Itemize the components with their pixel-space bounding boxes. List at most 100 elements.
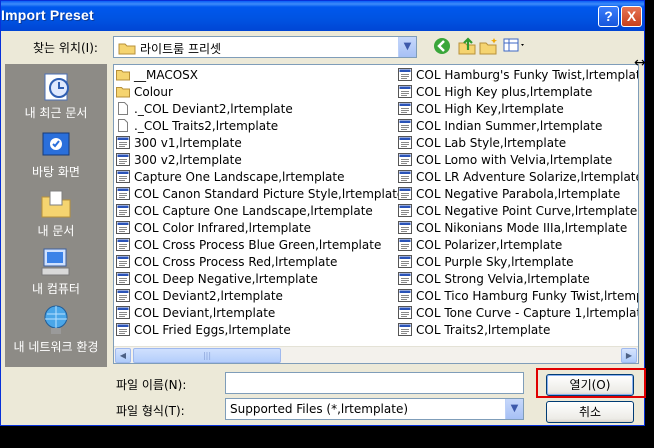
title-bar[interactable]: Import Preset ? X (1, 1, 644, 31)
file-item-name: COL Traits2,lrtemplate (416, 323, 551, 337)
file-icon (118, 102, 128, 115)
preset-file-icon (398, 221, 412, 234)
place-my-documents[interactable]: 내 문서 (5, 186, 107, 242)
views-menu-button[interactable] (502, 37, 528, 57)
file-item[interactable]: COL Deep Negative,lrtemplate (116, 271, 396, 288)
file-name-input[interactable] (225, 372, 524, 394)
file-type-label: 파일 형식(T): (116, 404, 185, 418)
preset-file-icon (398, 102, 412, 115)
open-button[interactable]: 열기(O) (546, 374, 634, 396)
new-folder-button[interactable] (478, 37, 500, 57)
place-network[interactable]: 내 네트워크 환경 (5, 302, 107, 358)
preset-file-icon (116, 153, 130, 166)
window-title: Import Preset (1, 7, 94, 23)
cancel-button[interactable]: 취소 (546, 401, 634, 423)
file-item[interactable]: COL Nikonians Mode IIIa,lrtemplate (398, 220, 638, 237)
place-label: 내 네트워크 환경 (13, 340, 99, 354)
place-label: 내 컴퓨터 (32, 282, 80, 296)
file-item[interactable]: ._COL Traits2,lrtemplate (116, 118, 396, 135)
file-item-name: COL Lomo with Velvia,lrtemplate (416, 153, 613, 167)
place-desktop[interactable]: 바탕 화면 (5, 127, 107, 183)
horizontal-scrollbar[interactable]: ◀ ||| ▶ (114, 346, 638, 363)
file-item[interactable]: Capture One Landscape,lrtemplate (116, 169, 396, 186)
file-item[interactable]: COL High Key,lrtemplate (398, 101, 638, 118)
file-item-name: COL Indian Summer,lrtemplate (416, 119, 603, 133)
chevron-down-icon[interactable]: ▼ (505, 399, 523, 419)
file-column-2: COL Hamburg's Funky Twist,lrtemplate COL … (398, 67, 638, 339)
look-in-dropdown[interactable]: 라이트룸 프리셋 ▼ (113, 36, 417, 58)
scroll-left-button[interactable]: ◀ (115, 348, 131, 363)
file-item[interactable]: COL High Key plus,lrtemplate (398, 84, 638, 101)
file-item[interactable]: COL Deviant2,lrtemplate (116, 288, 396, 305)
file-item-name: COL Deviant2,lrtemplate (134, 289, 283, 303)
file-item[interactable]: COL Tone Curve - Capture 1,lrtemplate (398, 305, 638, 322)
look-in-value: 라이트룸 프리셋 (140, 42, 222, 56)
close-button[interactable]: X (621, 6, 642, 27)
file-item-name: COL Polarizer,lrtemplate (416, 238, 563, 252)
import-preset-dialog: Import Preset ? X 찾는 위치(I): 라이트룸 프리셋 ▼ 내… (0, 0, 646, 426)
file-item[interactable]: COL Canon Standard Picture Style,lrtempl… (116, 186, 404, 203)
back-arrow-icon (434, 38, 450, 54)
preset-file-icon (398, 289, 412, 302)
place-recent-documents[interactable]: 내 최근 문서 (5, 68, 107, 124)
file-type-value: Supported Files (*,lrtemplate) (230, 402, 409, 416)
place-my-computer[interactable]: 내 컴퓨터 (5, 244, 107, 300)
preset-file-icon (116, 272, 130, 285)
file-type-dropdown[interactable]: Supported Files (*,lrtemplate) ▼ (225, 398, 524, 420)
file-item[interactable]: COL Fried Eggs,lrtemplate (116, 322, 396, 339)
file-item[interactable]: COL Cross Process Red,lrtemplate (116, 254, 396, 271)
file-item[interactable]: COL Strong Velvia,lrtemplate (398, 271, 638, 288)
preset-file-icon (398, 306, 412, 319)
scroll-thumb[interactable]: ||| (133, 348, 281, 363)
file-item-name: COL LR Adventure Solarize,lrtemplate (416, 170, 639, 184)
file-item[interactable]: COL Indian Summer,lrtemplate (398, 118, 638, 135)
up-folder-button[interactable] (456, 37, 478, 57)
file-list[interactable]: __MACOSX Colour ._COL Deviant2,lrtemplate.… (113, 64, 639, 364)
help-button[interactable]: ? (598, 6, 619, 27)
file-item[interactable]: Colour (116, 84, 396, 101)
file-item-name: COL High Key,lrtemplate (416, 102, 564, 116)
preset-file-icon (398, 323, 412, 336)
file-item-name: COL Negative Point Curve,lrtemplate (416, 204, 638, 218)
file-item[interactable]: 300 v1,lrtemplate (116, 135, 396, 152)
file-item[interactable]: ._COL Deviant2,lrtemplate (116, 101, 396, 118)
preset-file-icon (116, 238, 130, 251)
file-item[interactable]: COL Negative Point Curve,lrtemplate (398, 203, 638, 220)
file-item[interactable]: COL Deviant,lrtemplate (116, 305, 396, 322)
file-item[interactable]: COL Hamburg's Funky Twist,lrtemplate (398, 67, 638, 84)
new-folder-icon (479, 38, 497, 55)
chevron-down-icon[interactable]: ▼ (398, 37, 416, 57)
file-column-1: __MACOSX Colour ._COL Deviant2,lrtemplate.… (116, 67, 404, 339)
file-item[interactable]: COL Cross Process Blue Green,lrtemplate (116, 237, 396, 254)
my-documents-icon (41, 190, 71, 218)
file-item[interactable]: __MACOSX (116, 67, 396, 84)
preset-file-icon (116, 136, 130, 149)
file-item-name: COL Tico Hamburg Funky Twist,lrtemp (416, 289, 639, 303)
scroll-right-button[interactable]: ▶ (621, 348, 637, 363)
preset-file-icon (116, 289, 130, 302)
file-item[interactable]: 300 v2,lrtemplate (116, 152, 396, 169)
file-item[interactable]: COL Lab Style,lrtemplate (398, 135, 638, 152)
file-item-name: COL Nikonians Mode IIIa,lrtemplate (416, 221, 628, 235)
file-item[interactable]: COL Purple Sky,lrtemplate (398, 254, 638, 271)
file-item[interactable]: COL Lomo with Velvia,lrtemplate (398, 152, 638, 169)
file-item-name: ._COL Deviant2,lrtemplate (134, 102, 293, 116)
file-item-name: COL Cross Process Blue Green,lrtemplate (134, 238, 382, 252)
file-item[interactable]: COL Color Infrared,lrtemplate (116, 220, 396, 237)
place-label: 내 최근 문서 (24, 106, 88, 120)
file-item[interactable]: COL Capture One Landscape,lrtemplate (116, 203, 396, 220)
back-button[interactable] (431, 37, 453, 57)
file-item-name: 300 v1,lrtemplate (134, 136, 242, 150)
file-item[interactable]: COL Tico Hamburg Funky Twist,lrtemp (398, 288, 638, 305)
file-item-name: COL Fried Eggs,lrtemplate (134, 323, 291, 337)
file-item-name: COL Purple Sky,lrtemplate (416, 255, 574, 269)
folder-icon (116, 87, 130, 98)
resize-cursor-icon: ↔ (634, 55, 646, 71)
file-item[interactable]: COL Polarizer,lrtemplate (398, 237, 638, 254)
folder-icon (116, 70, 130, 81)
file-item[interactable]: COL Negative Parabola,lrtemplate (398, 186, 638, 203)
file-item-name: COL Color Infrared,lrtemplate (134, 221, 312, 235)
file-item[interactable]: COL LR Adventure Solarize,lrtemplate (398, 169, 638, 186)
file-item[interactable]: COL Traits2,lrtemplate (398, 322, 638, 339)
places-bar: 내 최근 문서 바탕 화면 내 문서 내 컴퓨터 내 네트워크 환경 (5, 64, 107, 367)
